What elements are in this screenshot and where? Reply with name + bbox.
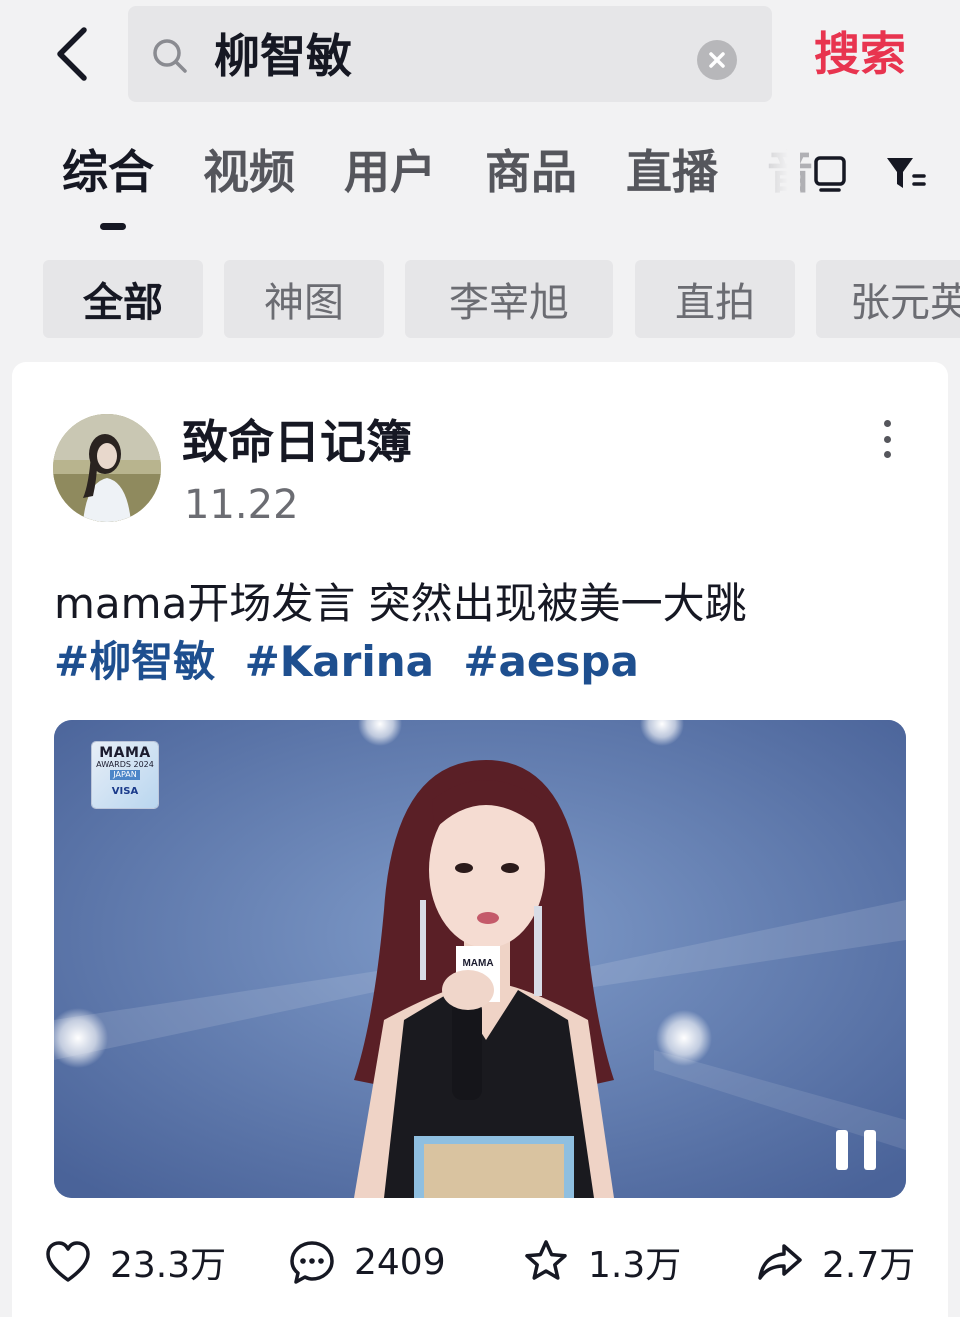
share-button[interactable]: 2.7万 xyxy=(756,1234,915,1290)
video-frame: MAMA xyxy=(54,720,906,1198)
filter-icon xyxy=(887,158,926,188)
like-button[interactable]: 23.3万 xyxy=(44,1234,226,1290)
tab-users[interactable]: 用户 xyxy=(344,144,436,200)
tab-videos[interactable]: 视频 xyxy=(203,144,295,200)
category-tabs: 综合 视频 用户 商品 直播 音 xyxy=(0,130,960,240)
tab-all[interactable]: 综合 xyxy=(62,144,154,200)
filter-button[interactable] xyxy=(884,152,928,196)
back-button[interactable] xyxy=(40,18,104,90)
comment-count: 2409 xyxy=(354,1241,446,1283)
chip-photos[interactable]: 神图 xyxy=(224,260,384,338)
share-count: 2.7万 xyxy=(822,1245,916,1286)
chevron-left-icon xyxy=(57,27,87,81)
logo-text: AWARDS 2024 xyxy=(96,760,154,769)
clear-search-button[interactable] xyxy=(697,40,737,80)
hashtag-link[interactable]: #柳智敏 xyxy=(54,637,215,686)
video-player[interactable]: MAMA MAMA AWARDS 2024 JAPAN VISA xyxy=(54,720,906,1198)
search-header: 柳智敏 搜索 xyxy=(0,0,960,115)
post-date: 11.22 xyxy=(184,482,299,528)
more-options-button[interactable] xyxy=(872,414,902,464)
star-icon xyxy=(525,1240,567,1280)
hashtag-list: #柳智敏 #Karina #aespa xyxy=(54,634,655,690)
mic-flag-text: MAMA xyxy=(462,958,493,969)
post-caption: mama开场发言 突然出现被美一大跳 xyxy=(54,579,747,628)
post-actions: 23.3万 2409 1.3万 2.7万 xyxy=(12,1222,948,1302)
avatar-image xyxy=(53,414,161,522)
like-count: 23.3万 xyxy=(110,1245,227,1286)
share-icon xyxy=(758,1244,802,1280)
chip-fancam[interactable]: 直拍 xyxy=(635,260,795,338)
heart-icon xyxy=(46,1241,90,1282)
pause-button[interactable] xyxy=(836,1130,876,1174)
mama-awards-logo: MAMA AWARDS 2024 JAPAN VISA xyxy=(92,742,158,808)
search-input[interactable]: 柳智敏 xyxy=(214,30,352,82)
logo-text: JAPAN xyxy=(110,770,140,780)
comment-button[interactable]: 2409 xyxy=(288,1234,446,1290)
logo-text: MAMA xyxy=(99,745,151,761)
close-icon xyxy=(709,52,725,68)
filter-chips: 全部 神图 李宰旭 直拍 张元英 xyxy=(0,260,960,340)
tab-products[interactable]: 商品 xyxy=(485,144,577,200)
pause-icon-bar xyxy=(836,1130,848,1170)
favorite-count: 1.3万 xyxy=(588,1245,682,1286)
tab-fade-overlay xyxy=(740,138,800,218)
screen-mode-button[interactable] xyxy=(808,152,852,196)
search-submit-button[interactable]: 搜索 xyxy=(814,26,906,82)
comment-icon xyxy=(290,1241,334,1284)
chip-all[interactable]: 全部 xyxy=(43,260,203,338)
favorite-button[interactable]: 1.3万 xyxy=(522,1234,681,1290)
hashtag-link[interactable]: #aespa xyxy=(463,637,638,686)
pause-icon-bar xyxy=(864,1130,876,1170)
chip-jang-won-young[interactable]: 张元英 xyxy=(816,260,960,338)
author-avatar[interactable] xyxy=(53,414,161,522)
active-tab-indicator xyxy=(100,223,126,230)
author-name[interactable]: 致命日记簿 xyxy=(182,414,412,470)
tab-live[interactable]: 直播 xyxy=(626,144,718,200)
search-icon xyxy=(153,39,187,73)
hashtag-link[interactable]: #Karina xyxy=(245,637,434,686)
chip-lee-jae-wook[interactable]: 李宰旭 xyxy=(405,260,613,338)
screen-icon xyxy=(814,156,846,192)
dot xyxy=(883,435,891,443)
post-card: 致命日记簿 11.22 mama开场发言 突然出现被美一大跳 #柳智敏 #Kar… xyxy=(12,362,948,1317)
search-box[interactable]: 柳智敏 xyxy=(128,6,772,102)
dot xyxy=(883,451,891,458)
logo-text: VISA xyxy=(111,786,139,797)
dot xyxy=(883,420,891,427)
